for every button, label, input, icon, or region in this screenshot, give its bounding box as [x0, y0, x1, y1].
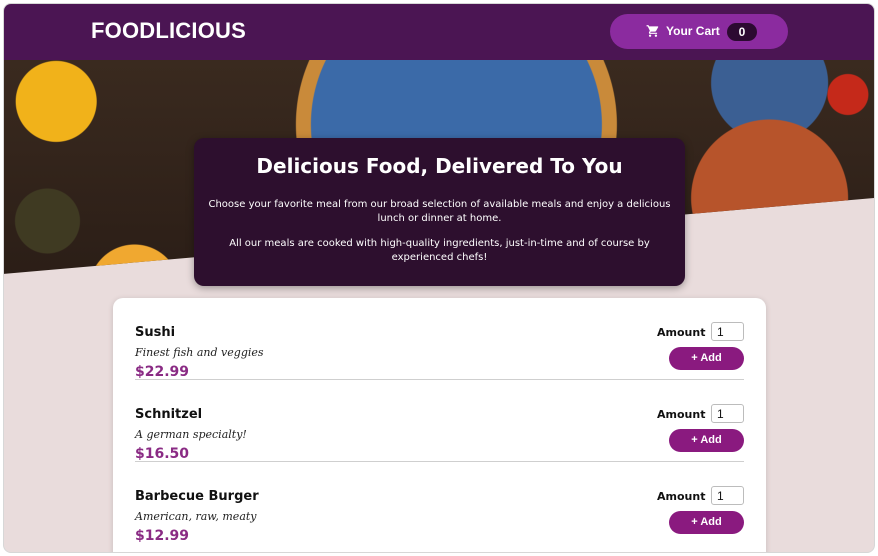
summary-title: Delicious Food, Delivered To You	[256, 154, 623, 178]
amount-label: Amount	[657, 326, 706, 339]
amount-label: Amount	[657, 490, 706, 503]
amount-input[interactable]	[711, 404, 744, 423]
amount-input[interactable]	[711, 486, 744, 505]
summary-paragraph: All our meals are cooked with high-quali…	[229, 238, 650, 263]
meal-description: A german specialty!	[135, 428, 247, 441]
logo: FOODLICIOUS	[91, 18, 246, 43]
meal-item: Barbecue Burger American, raw, meaty $12…	[135, 462, 744, 544]
amount-label: Amount	[657, 408, 706, 421]
meal-item: Sushi Finest fish and veggies $22.99 Amo…	[135, 298, 744, 380]
cart-button[interactable]: Your Cart 0	[610, 14, 788, 49]
meal-price: $16.50	[135, 446, 190, 462]
meal-name: Sushi	[135, 325, 176, 340]
header: FOODLICIOUS Your Cart 0	[4, 4, 874, 60]
cart-icon	[646, 25, 659, 37]
summary-paragraph: Choose your favorite meal from our broad…	[208, 199, 671, 224]
add-button[interactable]: + Add	[669, 347, 744, 370]
add-button[interactable]: + Add	[669, 511, 744, 534]
app-frame: FOODLICIOUS Your Cart 0 Delicious Food, …	[3, 3, 875, 553]
cart-label: Your Cart	[666, 24, 720, 38]
amount-input[interactable]	[711, 322, 744, 341]
meal-item: Schnitzel A german specialty! $16.50 Amo…	[135, 380, 744, 462]
meal-name: Barbecue Burger	[135, 489, 259, 504]
cart-count-badge: 0	[727, 23, 757, 41]
meal-description: American, raw, meaty	[135, 510, 257, 523]
meal-price: $12.99	[135, 528, 190, 544]
meal-name: Schnitzel	[135, 407, 203, 422]
add-button[interactable]: + Add	[669, 429, 744, 452]
meals-summary: Delicious Food, Delivered To You Choose …	[194, 138, 685, 286]
meal-description: Finest fish and veggies	[135, 346, 264, 359]
meals-list: Sushi Finest fish and veggies $22.99 Amo…	[113, 298, 766, 552]
meal-price: $22.99	[135, 364, 190, 380]
